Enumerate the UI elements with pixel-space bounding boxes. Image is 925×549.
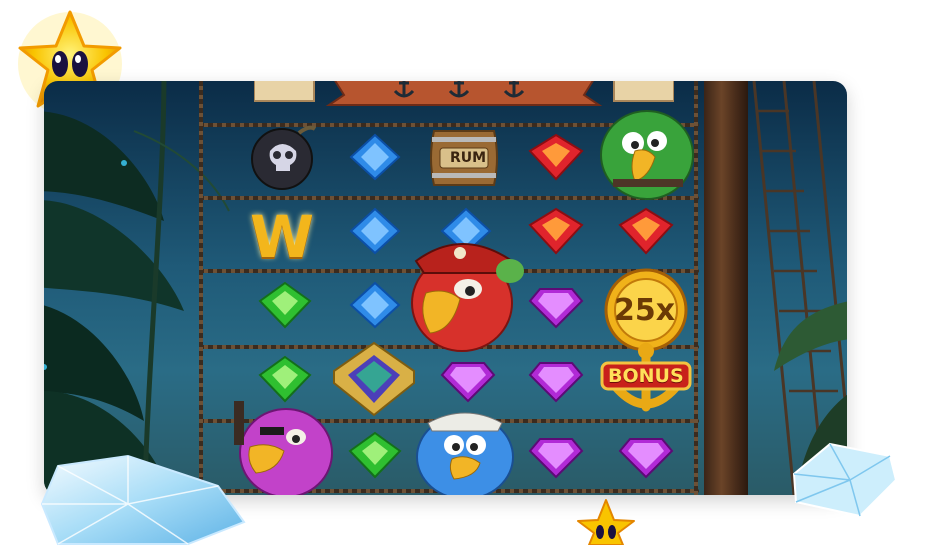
- purple-gem-symbol: [528, 285, 584, 329]
- green-gem-symbol: [348, 431, 402, 479]
- red-gem-symbol: [528, 133, 584, 181]
- bomb-skull-symbol: [244, 121, 324, 191]
- bonus-anchor-symbol: BONUS: [596, 342, 696, 419]
- rum-barrel-symbol: RUM: [426, 125, 502, 191]
- purple-gem-symbol: [618, 435, 674, 479]
- multiplier-label: 25x: [614, 293, 676, 328]
- green-gem-symbol: [258, 355, 312, 403]
- bonus-label: BONUS: [608, 365, 684, 387]
- green-parrot-symbol: [589, 105, 699, 201]
- red-pirate-parrot-symbol: [406, 231, 526, 353]
- multiplier-coin-symbol: 25x: [600, 267, 692, 353]
- blue-gem-symbol: [349, 281, 401, 329]
- game-board: RUM W 25x BONUS: [44, 81, 847, 495]
- rope-vertical: [199, 81, 203, 495]
- red-gem-symbol: [528, 207, 584, 255]
- green-gem-symbol: [258, 281, 312, 329]
- purple-gem-symbol: [528, 359, 584, 403]
- purple-gem-symbol: [528, 435, 584, 479]
- small-diamond-icon: [790, 440, 900, 520]
- wild-label: W: [250, 203, 314, 271]
- blue-gem-symbol: [349, 207, 401, 255]
- house-gem-symbol: [330, 339, 418, 419]
- jungle-foliage: [44, 81, 230, 495]
- purple-gem-symbol: [440, 359, 496, 403]
- rum-label: RUM: [450, 150, 487, 166]
- large-diamond-icon: [38, 452, 248, 545]
- bottom-star-icon: [576, 498, 636, 546]
- blue-gem-symbol: [349, 133, 401, 181]
- blue-parrot-symbol: [410, 401, 520, 495]
- wild-symbol: W: [240, 203, 330, 271]
- red-gem-symbol: [618, 207, 674, 255]
